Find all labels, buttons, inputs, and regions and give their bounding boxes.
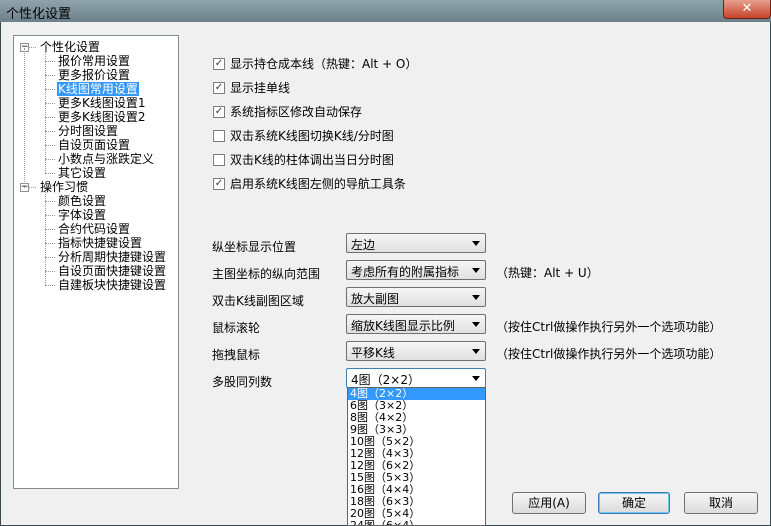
tree-connector <box>24 48 25 188</box>
tree-group-2[interactable]: 操作习惯 <box>39 180 89 194</box>
checkbox-label: 显示持仓成本线（热键：Alt + O） <box>230 57 418 71</box>
setting-combobox[interactable]: 放大副图 <box>346 287 486 307</box>
tree-group-1[interactable]: 个性化设置 <box>39 40 101 54</box>
tree-item[interactable]: 自设页面快捷键设置 <box>57 264 167 278</box>
tree-connector <box>45 201 55 202</box>
chevron-down-icon[interactable] <box>472 241 480 246</box>
checkbox-box[interactable] <box>213 130 225 142</box>
tree-connector <box>29 187 36 188</box>
window-title: 个性化设置 <box>6 7 72 22</box>
setting-label: 鼠标滚轮 <box>212 321 261 335</box>
tree-connector <box>45 215 55 216</box>
setting-combobox[interactable]: 平移K线 <box>346 341 486 361</box>
setting-combobox[interactable]: 考虑所有的附属指标 <box>346 260 486 280</box>
chevron-down-icon[interactable] <box>472 349 480 354</box>
tree-connector <box>45 117 55 118</box>
tree-item[interactable]: 其它设置 <box>57 166 107 180</box>
ok-button[interactable]: 确定 <box>598 492 670 514</box>
tree-connector <box>45 271 55 272</box>
checkbox-box[interactable] <box>213 154 225 166</box>
tree-item[interactable]: 分析周期快捷键设置 <box>57 250 167 264</box>
setting-label: 拖拽鼠标 <box>212 348 261 362</box>
setting-hint: （热键：Alt + U） <box>496 266 599 280</box>
tree-connector <box>45 285 55 286</box>
setting-combobox[interactable]: 左边 <box>346 233 486 253</box>
tree-item[interactable]: 更多K线图设置1 <box>57 96 147 110</box>
grid-count-dropdown-list[interactable]: 4图（2×2） 6图（3×2） 8图（4×2） 9图（3×3） 10图（5×2） 12图（… <box>347 387 486 526</box>
chevron-down-icon[interactable] <box>472 268 480 273</box>
tree-item[interactable]: 自建板块快捷键设置 <box>57 278 167 292</box>
checkbox-label: 启用系统K线图左侧的导航工具条 <box>230 177 406 191</box>
checkbox-label: 双击系统K线图切换K线/分时图 <box>230 129 394 143</box>
tree-connector <box>45 52 46 173</box>
setting-combobox[interactable]: 缩放K线图显示比例 <box>346 314 486 334</box>
close-button[interactable]: ✕ <box>723 0 771 19</box>
combobox-value: 放大副图 <box>351 292 400 306</box>
dropdown-option[interactable]: 24图（6×4） <box>348 520 485 526</box>
checkbox-box[interactable]: ✓ <box>213 82 225 94</box>
tree-connector <box>45 75 55 76</box>
checkbox-label: 双击K线的柱体调出当日分时图 <box>230 153 394 167</box>
close-icon: ✕ <box>741 1 753 16</box>
checkbox-box[interactable]: ✓ <box>213 178 225 190</box>
tree-connector <box>45 145 55 146</box>
tree-item[interactable]: 更多报价设置 <box>57 68 131 82</box>
chevron-down-icon[interactable] <box>472 295 480 300</box>
checkbox-label: 系统指标区修改自动保存 <box>230 105 363 119</box>
chevron-down-icon[interactable] <box>472 376 480 381</box>
tree-item[interactable]: 指标快捷键设置 <box>57 236 143 250</box>
combobox-value: 左边 <box>351 238 376 252</box>
tree-item[interactable]: 更多K线图设置2 <box>57 110 147 124</box>
tree-connector <box>45 257 55 258</box>
setting-label: 多股同列数 <box>212 375 273 389</box>
combobox-value: 考虑所有的附属指标 <box>351 265 460 279</box>
tree-item[interactable]: 报价常用设置 <box>57 54 131 68</box>
tree-item[interactable]: 颜色设置 <box>57 194 107 208</box>
combobox-value: 平移K线 <box>351 346 395 360</box>
tree-item[interactable]: 合约代码设置 <box>57 222 131 236</box>
cancel-button[interactable]: 取消 <box>684 492 758 514</box>
tree-item[interactable]: 字体设置 <box>57 208 107 222</box>
combobox-value: 缩放K线图显示比例 <box>351 319 455 333</box>
checkbox-label: 显示挂单线 <box>230 81 291 95</box>
setting-combobox[interactable]: 4图（2×2） <box>346 368 486 388</box>
tree-connector <box>45 61 55 62</box>
setting-label: 纵坐标显示位置 <box>212 240 297 254</box>
checkbox-box[interactable]: ✓ <box>213 58 225 70</box>
settings-tree[interactable]: − 个性化设置 报价常用设置 更多报价设置 K线图常用设置 更多K线图设置1 更多K线图设置… <box>13 35 179 489</box>
tree-connector <box>29 47 36 48</box>
chevron-down-icon[interactable] <box>472 322 480 327</box>
tree-connector <box>45 131 55 132</box>
tree-connector <box>45 243 55 244</box>
tree-connector <box>45 229 55 230</box>
tree-connector <box>45 159 55 160</box>
tree-item[interactable]: 分时图设置 <box>57 124 119 138</box>
tree-item[interactable]: 小数点与涨跌定义 <box>57 152 155 166</box>
combobox-value: 4图（2×2） <box>351 373 420 387</box>
apply-button[interactable]: 应用(A) <box>512 492 586 514</box>
tree-connector <box>45 192 46 285</box>
setting-hint: （按住Ctrl做操作执行另外一个选项功能） <box>496 320 722 334</box>
tree-connector <box>45 103 55 104</box>
tree-item[interactable]: 自设页面设置 <box>57 138 131 152</box>
checkbox-box[interactable]: ✓ <box>213 106 225 118</box>
setting-label: 主图坐标的纵向范围 <box>212 267 321 281</box>
tree-item[interactable]: K线图常用设置 <box>57 82 139 96</box>
tree-connector <box>45 173 55 174</box>
tree-connector <box>45 89 55 90</box>
title-bar: 个性化设置 ✕ <box>0 0 771 22</box>
setting-label: 双击K线副图区域 <box>212 294 304 308</box>
setting-hint: （按住Ctrl做操作执行另外一个选项功能） <box>496 347 722 361</box>
